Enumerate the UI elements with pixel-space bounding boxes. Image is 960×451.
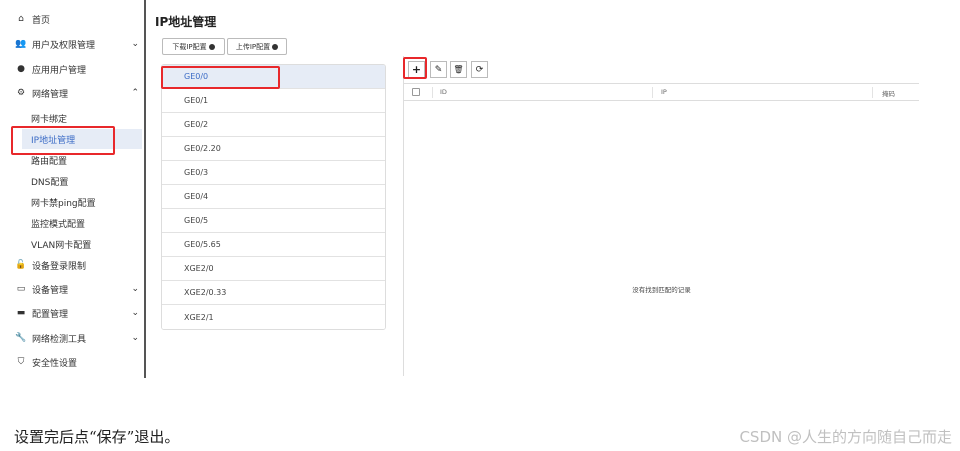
- nav-security[interactable]: ⛉ 安全性设置: [0, 351, 144, 373]
- gears-icon: ⚙: [16, 88, 26, 98]
- nav-login-restriction[interactable]: 🔓 设备登录限制: [0, 254, 144, 276]
- sub-vlan-config[interactable]: VLAN网卡配置: [0, 234, 144, 254]
- chevron-down-icon: ⌄: [131, 333, 139, 343]
- sub-dns-config-label: DNS配置: [31, 177, 69, 188]
- upload-ip-config-label: 上传IP配置: [235, 42, 271, 51]
- chevron-down-icon: ⌄: [131, 308, 139, 318]
- sub-disable-ping-label: 网卡禁ping配置: [31, 198, 96, 209]
- shield-icon: ⛉: [17, 357, 25, 367]
- refresh-button[interactable]: ⟳: [471, 61, 488, 78]
- interface-label: XGE2/0: [184, 264, 214, 273]
- interface-item[interactable]: GE0/5.65: [162, 233, 385, 257]
- sub-nic-bonding-label: 网卡绑定: [31, 114, 68, 125]
- interface-item[interactable]: XGE2/0.33: [162, 281, 385, 305]
- chevron-down-icon: ⌄: [131, 39, 139, 49]
- interface-item[interactable]: GE0/3: [162, 161, 385, 185]
- interface-list: GE0/0 GE0/1 GE0/2 GE0/2.20 GE0/3 GE0/4 G…: [161, 64, 386, 330]
- interface-label: GE0/5.65: [184, 240, 221, 249]
- column-divider: [432, 87, 433, 98]
- column-header-ip[interactable]: IP: [661, 88, 667, 96]
- nav-users-permissions[interactable]: 👥 用户及权限管理 ⌄: [0, 33, 144, 55]
- nav-network-tools-label: 网络检测工具: [32, 334, 87, 345]
- highlight-box-ip-management: [11, 126, 115, 155]
- nav-home[interactable]: ⌂ 首页: [0, 8, 144, 30]
- refresh-icon: ⟳: [475, 64, 484, 75]
- chevron-up-icon: ⌃: [131, 88, 139, 98]
- download-ip-config-label: 下载IP配置: [172, 42, 207, 51]
- interface-item[interactable]: GE0/1: [162, 89, 385, 113]
- sub-route-config-label: 路由配置: [31, 156, 68, 167]
- circle-arrow-icon: [272, 43, 279, 50]
- interface-item[interactable]: GE0/4: [162, 185, 385, 209]
- monitor-icon: ▭: [16, 284, 26, 294]
- wrench-icon: 🔧: [15, 333, 27, 343]
- sub-dns-config[interactable]: DNS配置: [0, 171, 144, 191]
- unlock-icon: 🔓: [15, 260, 27, 270]
- nav-app-users[interactable]: ● 应用用户管理: [0, 58, 144, 80]
- edit-button[interactable]: ✎: [430, 61, 447, 78]
- delete-button[interactable]: 🗑: [450, 61, 467, 78]
- interface-item[interactable]: XGE2/0: [162, 257, 385, 281]
- chevron-down-icon: ⌄: [131, 284, 139, 294]
- ip-table-panel: + ✎ 🗑 ⟳ ID IP 掩码 没有找到匹配的记录: [403, 56, 919, 376]
- interface-label: XGE2/1: [184, 312, 214, 322]
- interface-label: XGE2/0.33: [184, 288, 227, 297]
- column-header-id[interactable]: ID: [440, 88, 447, 96]
- briefcase-icon: ▬: [16, 308, 26, 318]
- user-icon: ●: [17, 64, 25, 74]
- sub-nic-bonding[interactable]: 网卡绑定: [0, 108, 144, 128]
- empty-table-message: 没有找到匹配的记录: [632, 286, 691, 294]
- users-icon: 👥: [15, 39, 27, 49]
- nav-app-users-label: 应用用户管理: [32, 65, 87, 76]
- sub-monitor-mode[interactable]: 监控模式配置: [0, 213, 144, 233]
- upload-ip-config-button[interactable]: 上传IP配置: [227, 38, 287, 55]
- nav-network-label: 网络管理: [32, 89, 69, 100]
- nav-device-management-label: 设备管理: [32, 285, 69, 296]
- table-header: ID IP 掩码: [404, 83, 919, 101]
- nav-security-label: 安全性设置: [32, 358, 78, 369]
- home-icon: ⌂: [18, 14, 24, 24]
- trash-icon: 🗑: [453, 65, 464, 74]
- download-ip-config-button[interactable]: 下载IP配置: [162, 38, 225, 55]
- pencil-icon: ✎: [434, 64, 443, 75]
- circle-arrow-icon: [208, 43, 215, 50]
- nav-config-management[interactable]: ▬ 配置管理 ⌄: [0, 302, 144, 324]
- interface-item[interactable]: GE0/2.20: [162, 137, 385, 161]
- highlight-box-ge0-0: [161, 66, 280, 89]
- nav-network-tools[interactable]: 🔧 网络检测工具 ⌄: [0, 327, 144, 349]
- highlight-box-add-button: [403, 57, 427, 79]
- nav-login-restriction-label: 设备登录限制: [32, 261, 87, 272]
- nav-network[interactable]: ⚙ 网络管理 ⌃: [0, 82, 144, 104]
- column-header-mask[interactable]: 掩码: [882, 88, 895, 98]
- interface-item[interactable]: GE0/2: [162, 113, 385, 137]
- nav-config-management-label: 配置管理: [32, 309, 69, 320]
- nav-device-management[interactable]: ▭ 设备管理 ⌄: [0, 278, 144, 300]
- sidebar: ⌂ 首页 👥 用户及权限管理 ⌄ ● 应用用户管理 ⚙ 网络管理 ⌃ 网卡绑定 …: [0, 0, 146, 378]
- interface-label: GE0/2.20: [184, 144, 221, 153]
- csdn-watermark: CSDN @人生的方向随自己而走: [739, 428, 952, 446]
- interface-label: GE0/2: [184, 120, 209, 129]
- document-instruction-text: 设置完后点“保存”退出。: [14, 428, 180, 446]
- interface-item[interactable]: XGE2/1: [162, 305, 385, 329]
- interface-label: GE0/3: [184, 168, 209, 177]
- interface-label: GE0/1: [184, 96, 209, 105]
- interface-label: GE0/5: [184, 216, 209, 225]
- column-divider: [652, 87, 653, 98]
- page-title: IP地址管理: [155, 15, 217, 29]
- sub-disable-ping[interactable]: 网卡禁ping配置: [0, 192, 144, 212]
- nav-home-label: 首页: [32, 15, 51, 26]
- select-all-checkbox[interactable]: [412, 88, 420, 96]
- sub-monitor-mode-label: 监控模式配置: [31, 219, 86, 230]
- sub-vlan-config-label: VLAN网卡配置: [31, 240, 92, 251]
- interface-label: GE0/4: [184, 192, 209, 201]
- nav-users-permissions-label: 用户及权限管理: [32, 40, 96, 51]
- interface-item[interactable]: GE0/5: [162, 209, 385, 233]
- column-divider: [872, 87, 873, 98]
